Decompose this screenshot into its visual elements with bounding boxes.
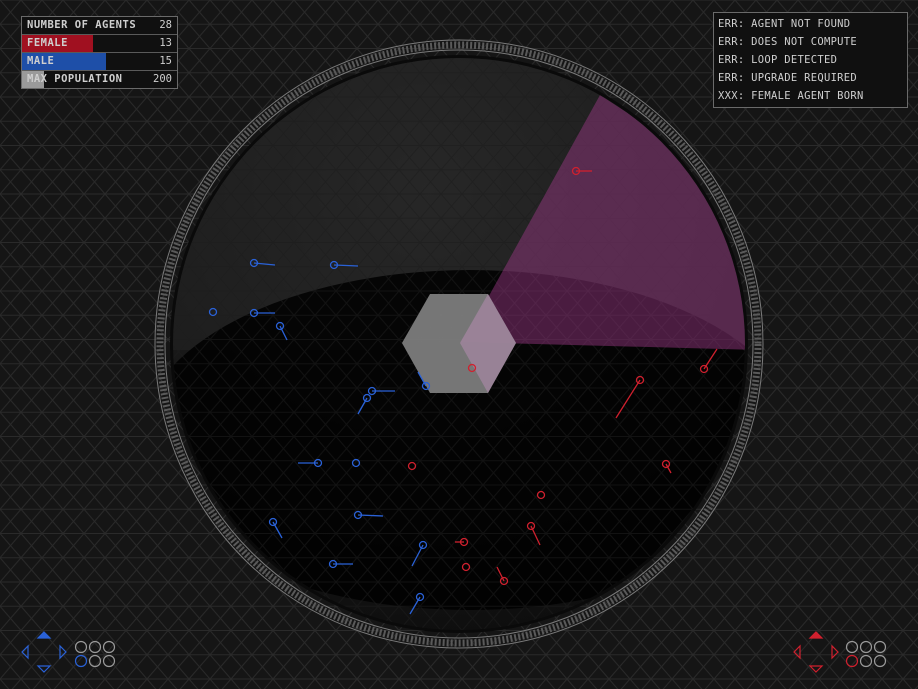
- agents-label: NUMBER OF AGENTS: [27, 19, 137, 31]
- female-label: FEMALE: [27, 37, 68, 49]
- male-value: 15: [159, 55, 172, 67]
- log-line: ERR: DOES NOT COMPUTE: [718, 36, 858, 48]
- log-line: XXX: FEMALE AGENT BORN: [718, 90, 864, 102]
- population-stats-panel: NUMBER OF AGENTS 28 FEMALE 13 MALE 15 MA…: [21, 16, 178, 89]
- log-line: ERR: LOOP DETECTED: [718, 54, 838, 66]
- female-value: 13: [159, 37, 172, 49]
- log-line: ERR: AGENT NOT FOUND: [718, 18, 851, 30]
- max-population-value: 200: [153, 73, 172, 85]
- event-log-panel: ERR: AGENT NOT FOUND ERR: DOES NOT COMPU…: [713, 12, 908, 108]
- agents-count-row: NUMBER OF AGENTS 28: [22, 17, 177, 35]
- male-label: MALE: [27, 55, 55, 67]
- female-count-row: FEMALE 13: [22, 35, 177, 53]
- max-population-row: MAX POPULATION 200: [22, 71, 177, 88]
- log-line: ERR: UPGRADE REQUIRED: [718, 72, 858, 84]
- max-population-label: MAX POPULATION: [27, 73, 123, 85]
- agents-value: 28: [159, 19, 172, 31]
- male-count-row: MALE 15: [22, 53, 177, 71]
